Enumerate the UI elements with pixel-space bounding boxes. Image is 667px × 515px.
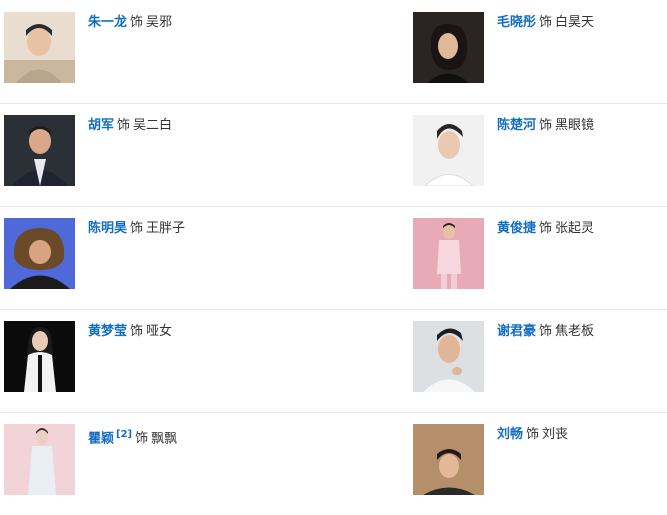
actor-name-link[interactable]: 陈楚河 bbox=[497, 118, 536, 133]
cast-row: 瞿颖 [2] 饰飘飘 刘畅饰刘丧 bbox=[0, 412, 667, 515]
role-name: 吴邪 bbox=[146, 15, 173, 30]
role-name: 刘丧 bbox=[542, 427, 569, 442]
cast-row: 陈明昊饰王胖子 黄俊捷饰张起灵 bbox=[0, 206, 667, 310]
actor-name-link[interactable]: 陈明昊 bbox=[88, 221, 127, 236]
plays-label: 饰 bbox=[539, 15, 553, 30]
actor-photo[interactable] bbox=[4, 321, 75, 392]
citation-ref-link[interactable]: [2] bbox=[116, 429, 132, 440]
actor-photo[interactable] bbox=[413, 321, 484, 392]
plays-label: 饰 bbox=[117, 118, 131, 133]
plays-label: 饰 bbox=[130, 221, 144, 236]
actor-photo[interactable] bbox=[413, 12, 484, 83]
actor-photo[interactable] bbox=[4, 424, 75, 495]
cast-line: 朱一龙饰吴邪 bbox=[88, 15, 172, 31]
cast-row: 黄梦莹饰哑女 谢君豪饰焦老板 bbox=[0, 309, 667, 413]
plays-label: 饰 bbox=[135, 431, 149, 447]
cast-line: 陈明昊饰王胖子 bbox=[88, 221, 185, 237]
role-name: 焦老板 bbox=[555, 324, 595, 339]
plays-label: 饰 bbox=[539, 118, 553, 133]
role-name: 吴二白 bbox=[133, 118, 173, 133]
plays-label: 饰 bbox=[526, 427, 540, 442]
plays-label: 饰 bbox=[539, 324, 553, 339]
actor-name-link[interactable]: 毛晓彤 bbox=[497, 15, 536, 30]
actor-name-link[interactable]: 黄梦莹 bbox=[88, 324, 127, 339]
plays-label: 饰 bbox=[539, 221, 553, 236]
actor-photo[interactable] bbox=[413, 218, 484, 289]
actor-name-link[interactable]: 瞿颖 bbox=[88, 431, 114, 446]
actor-name-link[interactable]: 谢君豪 bbox=[497, 324, 536, 339]
role-name: 白昊天 bbox=[555, 15, 595, 30]
actor-name-link[interactable]: 朱一龙 bbox=[88, 15, 127, 30]
role-name: 飘飘 bbox=[151, 431, 178, 447]
plays-label: 饰 bbox=[130, 15, 144, 30]
cast-line: 黄梦莹饰哑女 bbox=[88, 324, 172, 340]
role-name: 张起灵 bbox=[555, 221, 595, 236]
cast-line: 瞿颖 [2] 饰飘飘 bbox=[88, 427, 177, 447]
actor-name-link[interactable]: 黄俊捷 bbox=[497, 221, 536, 236]
cast-line: 胡军饰吴二白 bbox=[88, 118, 172, 134]
cast-line: 刘畅饰刘丧 bbox=[497, 427, 568, 443]
cast-line: 陈楚河饰黑眼镜 bbox=[497, 118, 594, 134]
cast-line: 黄俊捷饰张起灵 bbox=[497, 221, 594, 237]
role-name: 哑女 bbox=[146, 324, 173, 339]
actor-photo[interactable] bbox=[4, 218, 75, 289]
cast-row: 胡军饰吴二白 陈楚河饰黑眼镜 bbox=[0, 103, 667, 207]
role-name: 黑眼镜 bbox=[555, 118, 595, 133]
actor-name-link[interactable]: 刘畅 bbox=[497, 427, 523, 442]
actor-photo[interactable] bbox=[413, 115, 484, 186]
actor-photo[interactable] bbox=[413, 424, 484, 495]
plays-label: 饰 bbox=[130, 324, 144, 339]
actor-photo[interactable] bbox=[4, 12, 75, 83]
actor-name-link[interactable]: 胡军 bbox=[88, 118, 114, 133]
actor-photo[interactable] bbox=[4, 115, 75, 186]
cast-row: 朱一龙饰吴邪 毛晓彤饰白昊天 bbox=[0, 0, 667, 104]
role-name: 王胖子 bbox=[146, 221, 186, 236]
cast-line: 谢君豪饰焦老板 bbox=[497, 324, 594, 340]
cast-line: 毛晓彤饰白昊天 bbox=[497, 15, 594, 31]
